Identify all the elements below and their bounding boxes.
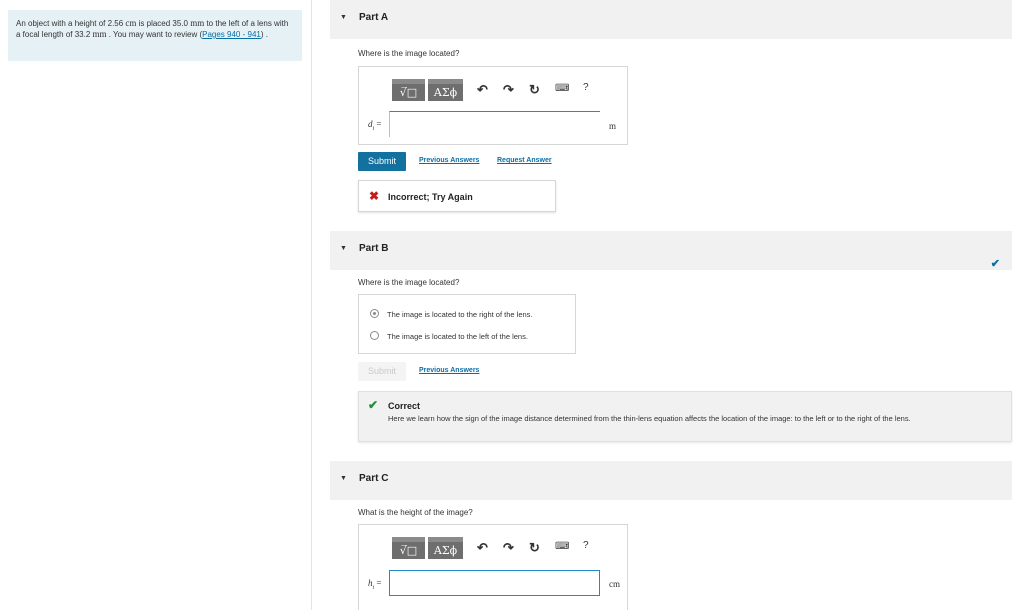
templates-button[interactable]: √̅□ xyxy=(392,79,425,101)
feedback-title: Correct xyxy=(388,401,421,411)
feedback-text: Here we learn how the sign of the image … xyxy=(388,414,911,423)
redo-icon[interactable]: ↷ xyxy=(503,540,514,556)
problem-text: . You may want to review ( xyxy=(106,30,203,39)
option-label[interactable]: The image is located to the right of the… xyxy=(387,310,533,319)
close-icon: ✖ xyxy=(369,189,380,203)
part-b-header[interactable]: ▼ Part B ✔ xyxy=(330,231,1012,270)
unit-text: mm xyxy=(92,29,107,39)
undo-icon[interactable]: ↶ xyxy=(477,540,488,556)
unit-text: mm xyxy=(190,18,205,28)
reset-icon[interactable]: ↻ xyxy=(529,540,540,556)
check-icon: ✔ xyxy=(990,258,1000,270)
help-icon[interactable]: ? xyxy=(583,540,589,551)
radio-left[interactable] xyxy=(370,331,379,340)
unit-label: m xyxy=(609,121,617,131)
unit-label: cm xyxy=(609,579,620,589)
undo-icon[interactable]: ↶ xyxy=(477,82,488,98)
answer-input[interactable] xyxy=(389,570,600,596)
math-toolbar: √̅□ ΑΣϕ ↶ ↷ ↻ ⌨ ? xyxy=(392,79,602,101)
symbols-button[interactable]: ΑΣϕ xyxy=(428,79,463,101)
redo-icon[interactable]: ↷ xyxy=(503,82,514,98)
part-a-header[interactable]: ▼ Part A xyxy=(330,0,1012,39)
part-a-question: Where is the image located? xyxy=(358,49,460,58)
part-c-header[interactable]: ▼ Part C xyxy=(330,461,1012,500)
previous-answers-link[interactable]: Previous Answers xyxy=(419,367,479,374)
help-icon[interactable]: ? xyxy=(583,82,589,93)
part-b-question: Where is the image located? xyxy=(358,278,460,287)
math-toolbar: √̅□ ΑΣϕ ↶ ↷ ↻ ⌨ ? xyxy=(392,537,602,559)
variable-label: hi = xyxy=(368,578,382,591)
keyboard-icon[interactable]: ⌨ xyxy=(555,541,569,552)
caret-down-icon: ▼ xyxy=(340,475,347,482)
check-icon: ✔ xyxy=(368,398,379,412)
problem-statement: An object with a height of 2.56 cm is pl… xyxy=(8,10,302,61)
part-b-options: The image is located to the right of the… xyxy=(358,294,576,354)
part-c-answer-box: √̅□ ΑΣϕ ↶ ↷ ↻ ⌨ ? hi = cm xyxy=(358,524,628,610)
caret-down-icon: ▼ xyxy=(340,14,347,21)
variable-label: di = xyxy=(368,119,382,132)
option-label[interactable]: The image is located to the left of the … xyxy=(387,332,528,341)
reset-icon[interactable]: ↻ xyxy=(529,82,540,98)
answer-input[interactable] xyxy=(389,111,600,137)
part-a-answer-box: √̅□ ΑΣϕ ↶ ↷ ↻ ⌨ ? di = m xyxy=(358,66,628,145)
incorrect-feedback: ✖ Incorrect; Try Again xyxy=(358,180,556,212)
submit-button[interactable]: Submit xyxy=(358,362,406,381)
problem-text: ) . xyxy=(260,30,268,39)
caret-down-icon: ▼ xyxy=(340,245,347,252)
correct-feedback: ✔ Correct Here we learn how the sign of … xyxy=(358,391,1012,442)
symbols-button[interactable]: ΑΣϕ xyxy=(428,537,463,559)
keyboard-icon[interactable]: ⌨ xyxy=(555,83,569,94)
left-panel: An object with a height of 2.56 cm is pl… xyxy=(0,0,312,610)
part-a-title: Part A xyxy=(359,12,389,23)
part-c-question: What is the height of the image? xyxy=(358,508,473,517)
pages-link[interactable]: Pages 940 - 941 xyxy=(202,30,261,39)
problem-text: An object with a height of 2.56 xyxy=(16,19,126,28)
submit-button[interactable]: Submit xyxy=(358,152,406,171)
unit-text: cm xyxy=(125,18,137,28)
problem-text: is placed 35.0 xyxy=(136,19,191,28)
request-answer-link[interactable]: Request Answer xyxy=(497,157,552,164)
part-c-title: Part C xyxy=(359,473,389,484)
previous-answers-link[interactable]: Previous Answers xyxy=(419,157,479,164)
part-b-title: Part B xyxy=(359,243,389,254)
radio-right[interactable] xyxy=(370,309,379,318)
templates-button[interactable]: √̅□ xyxy=(392,537,425,559)
feedback-text: Incorrect; Try Again xyxy=(388,192,473,202)
